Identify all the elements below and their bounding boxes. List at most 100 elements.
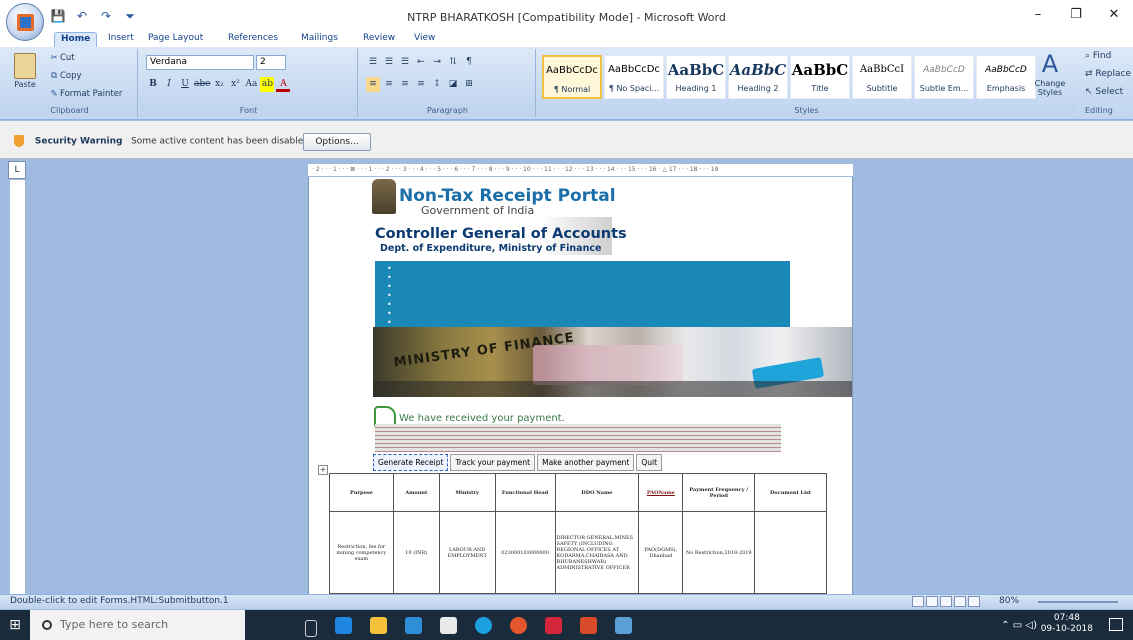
style-subtle-emphasis[interactable]: AaBbCcD Subtle Em... bbox=[914, 55, 974, 99]
zoom-slider[interactable] bbox=[1038, 601, 1118, 603]
shading-icon[interactable]: ◪ bbox=[446, 77, 460, 92]
style-subtitle[interactable]: AaBbCcI Subtitle bbox=[852, 55, 912, 99]
pilcrow-icon[interactable]: ¶ bbox=[462, 55, 476, 70]
paintbrush-icon: ✎ bbox=[50, 89, 58, 99]
tab-mailings[interactable]: Mailings bbox=[295, 32, 344, 44]
skype-icon[interactable] bbox=[475, 617, 492, 634]
select-button[interactable]: ↖ Select bbox=[1085, 87, 1123, 97]
tab-insert[interactable]: Insert bbox=[102, 32, 140, 44]
replace-button[interactable]: ⇄ Replace bbox=[1085, 69, 1131, 79]
task-view-icon[interactable] bbox=[305, 620, 317, 637]
underline-button[interactable]: U bbox=[178, 77, 192, 92]
increase-indent-icon[interactable]: ⇥ bbox=[430, 55, 444, 70]
windows-start-icon[interactable]: ⊞ bbox=[0, 610, 30, 640]
close-button[interactable]: ✕ bbox=[1095, 0, 1133, 30]
align-left-icon[interactable]: ≡ bbox=[366, 77, 380, 92]
font-color-button[interactable]: A bbox=[276, 77, 291, 92]
outline-icon[interactable] bbox=[954, 596, 966, 607]
style-name: Heading 2 bbox=[737, 84, 779, 93]
align-right-icon[interactable]: ≡ bbox=[398, 77, 412, 92]
security-warning-text: Some active content has been disabled. bbox=[131, 136, 312, 147]
italic-button[interactable]: I bbox=[162, 77, 176, 92]
ribbon: Paste ✂ Cut ⧉ Copy ✎ Format Painter Clipboa… bbox=[0, 47, 1133, 120]
tab-review[interactable]: Review bbox=[357, 32, 401, 44]
change-case-button[interactable]: Aa bbox=[244, 77, 258, 92]
cut-button[interactable]: ✂ Cut bbox=[48, 53, 75, 63]
file-explorer-icon[interactable] bbox=[370, 617, 387, 634]
quit-button[interactable]: Quit bbox=[636, 454, 663, 471]
font-group: Verdana 2 B I U abe x₂ x² Aa ab A Font bbox=[140, 49, 358, 117]
options-button[interactable]: Options... bbox=[303, 133, 371, 151]
taskbar: ⊞ Type here to search ⌃ ▭ ◁) 07:48 09-10… bbox=[0, 610, 1133, 640]
tab-references[interactable]: References bbox=[222, 32, 284, 44]
style-title[interactable]: AaBbC Title bbox=[790, 55, 850, 99]
borders-icon[interactable]: ⊞ bbox=[462, 77, 476, 92]
font-name-box[interactable]: Verdana bbox=[146, 55, 254, 70]
minimize-button[interactable]: – bbox=[1019, 0, 1057, 30]
styles-group: AaBbCcDc ¶ Normal AaBbCcDc ¶ No Spaci... A… bbox=[538, 49, 1075, 117]
copy-button[interactable]: ⧉ Copy bbox=[48, 71, 82, 81]
payment-details-box bbox=[375, 424, 781, 452]
notification-icon[interactable] bbox=[1109, 618, 1123, 631]
tab-view[interactable]: View bbox=[408, 32, 441, 44]
style-heading-2[interactable]: AaBbC Heading 2 bbox=[728, 55, 788, 99]
restore-button[interactable]: ❐ bbox=[1057, 0, 1095, 30]
app-red-icon[interactable] bbox=[545, 617, 562, 634]
style-normal[interactable]: AaBbCcDc ¶ Normal bbox=[542, 55, 602, 99]
numbering-icon[interactable]: ☰ bbox=[382, 55, 396, 70]
draft-icon[interactable] bbox=[968, 596, 980, 607]
style-emphasis[interactable]: AaBbCcD Emphasis bbox=[976, 55, 1036, 99]
editing-group-label: Editing bbox=[1085, 106, 1113, 115]
currency-note-image bbox=[533, 345, 683, 385]
font-group-label: Font bbox=[140, 104, 357, 117]
print-layout-icon[interactable] bbox=[912, 596, 924, 607]
zoom-level[interactable]: 80% bbox=[999, 596, 1019, 606]
clock[interactable]: 07:48 09-10-2018 bbox=[1041, 613, 1093, 635]
align-center-icon[interactable]: ≡ bbox=[382, 77, 396, 92]
tab-selector[interactable]: L bbox=[8, 161, 26, 179]
office-button[interactable] bbox=[6, 3, 44, 41]
edge-icon[interactable] bbox=[335, 617, 352, 634]
web-layout-icon[interactable] bbox=[940, 596, 952, 607]
strikethrough-button[interactable]: abe bbox=[194, 77, 210, 92]
cut-label: Cut bbox=[60, 53, 75, 63]
sort-icon[interactable]: ⇅ bbox=[446, 55, 460, 70]
clipboard-group-label: Clipboard bbox=[2, 104, 137, 117]
view-buttons bbox=[912, 596, 980, 607]
tab-home[interactable]: Home bbox=[54, 32, 98, 48]
line-spacing-icon[interactable]: ↕ bbox=[430, 77, 444, 92]
paste-button[interactable]: Paste bbox=[8, 53, 42, 101]
bullets-icon[interactable]: ☰ bbox=[366, 55, 380, 70]
change-styles-button[interactable]: A Change Styles bbox=[1032, 49, 1068, 103]
generate-receipt-button[interactable]: Generate Receipt bbox=[373, 454, 449, 471]
system-tray-icons[interactable]: ⌃ ▭ ◁) bbox=[1001, 620, 1037, 631]
chrome-icon[interactable] bbox=[510, 617, 527, 634]
find-button[interactable]: ⌕ Find bbox=[1085, 51, 1111, 61]
app-blue-icon[interactable] bbox=[615, 617, 632, 634]
security-warning-title: Security Warning bbox=[34, 136, 123, 147]
app-orange-icon[interactable] bbox=[580, 617, 597, 634]
font-size-box[interactable]: 2 bbox=[256, 55, 286, 70]
superscript-button[interactable]: x² bbox=[228, 77, 242, 92]
style-heading-1[interactable]: AaBbC Heading 1 bbox=[666, 55, 726, 99]
tab-page-layout[interactable]: Page Layout bbox=[142, 32, 209, 44]
track-payment-button[interactable]: Track your payment bbox=[450, 454, 536, 471]
document-page[interactable]: Non-Tax Receipt Portal Government of Ind… bbox=[308, 177, 853, 594]
style-name: ¶ No Spaci... bbox=[608, 84, 660, 93]
ministry-banner-image: MINISTRY OF FINANCE bbox=[373, 327, 852, 397]
bold-button[interactable]: B bbox=[146, 77, 160, 92]
style-no-spacing[interactable]: AaBbCcDc ¶ No Spaci... bbox=[604, 55, 664, 99]
app-l-icon[interactable] bbox=[405, 617, 422, 634]
subscript-button[interactable]: x₂ bbox=[212, 77, 226, 92]
full-screen-reading-icon[interactable] bbox=[926, 596, 938, 607]
paste-label: Paste bbox=[14, 80, 36, 89]
justify-icon[interactable]: ≡ bbox=[414, 77, 428, 92]
make-another-payment-button[interactable]: Make another payment bbox=[537, 454, 635, 471]
table-move-handle-icon[interactable]: + bbox=[318, 465, 328, 475]
highlight-button[interactable]: ab bbox=[260, 77, 275, 92]
store-icon[interactable] bbox=[440, 617, 457, 634]
multilevel-list-icon[interactable]: ☰ bbox=[398, 55, 412, 70]
format-painter-button[interactable]: ✎ Format Painter bbox=[48, 89, 122, 99]
decrease-indent-icon[interactable]: ⇤ bbox=[414, 55, 428, 70]
taskbar-search[interactable]: Type here to search bbox=[30, 610, 245, 640]
